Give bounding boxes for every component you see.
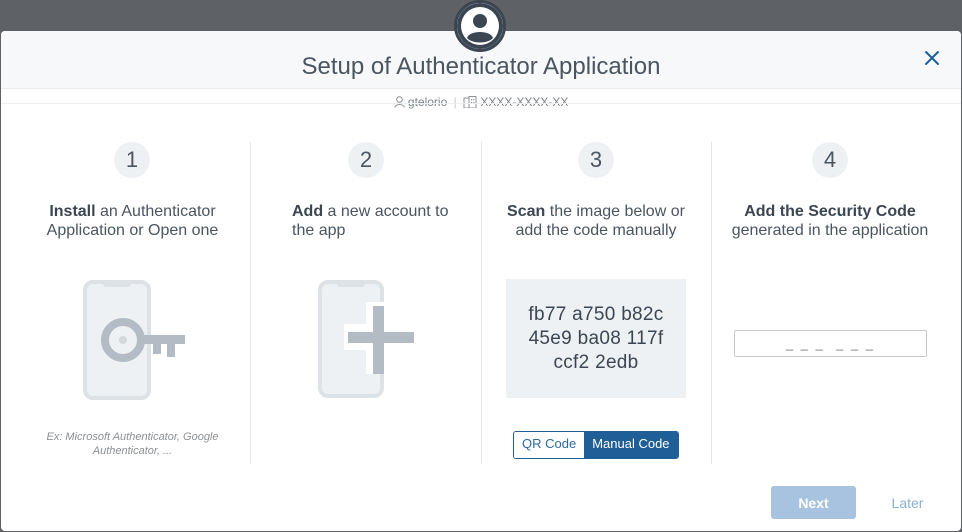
later-button[interactable]: Later (880, 486, 935, 519)
step-3-number: 3 (578, 142, 614, 178)
step-4-number: 4 (812, 142, 848, 178)
header-divider (1, 103, 961, 104)
manual-code-tab[interactable]: Manual Code (584, 432, 678, 458)
column-divider (481, 142, 482, 464)
step-1-number: 1 (114, 142, 150, 178)
account-id: XXXX-XXXX-XX (480, 95, 569, 109)
qr-code-tab[interactable]: QR Code (514, 432, 585, 458)
step-4-text: Add the Security Code generated in the a… (731, 203, 929, 239)
phone-plus-icon (318, 280, 418, 405)
user-icon (393, 95, 405, 109)
dialog-title: Setup of Authenticator Application (301, 53, 661, 80)
manual-code-box: fb77 a750 b82c 45e9 ba08 117f ccf2 2edb (506, 279, 686, 398)
code-mode-toggle: QR Code Manual Code (513, 431, 679, 459)
separator: | (453, 95, 457, 109)
security-code-input[interactable] (734, 330, 927, 357)
account-info: gtelorio | XXXX-XXXX-XX (0, 95, 962, 109)
next-button[interactable]: Next (771, 486, 856, 519)
code-line: 45e9 ba08 117f (528, 327, 664, 349)
code-line: ccf2 2edb (553, 351, 639, 373)
step-3-text: Scan the image below or add the code man… (507, 203, 685, 239)
column-divider (711, 142, 712, 464)
step-2-text: Add a new account to the app (292, 203, 449, 239)
building-icon (463, 95, 477, 109)
user-avatar-icon (454, 0, 506, 52)
close-icon[interactable] (920, 46, 944, 70)
phone-key-icon (83, 280, 188, 405)
column-divider (250, 142, 251, 464)
step-1-text: Install an Authenticator Application or … (46, 203, 219, 239)
step-2-number: 2 (348, 142, 384, 178)
username: gtelorio (407, 95, 448, 109)
code-line: fb77 a750 b82c (528, 303, 664, 325)
step-1-hint: Ex: Microsoft Authenticator, Google Auth… (46, 431, 219, 457)
